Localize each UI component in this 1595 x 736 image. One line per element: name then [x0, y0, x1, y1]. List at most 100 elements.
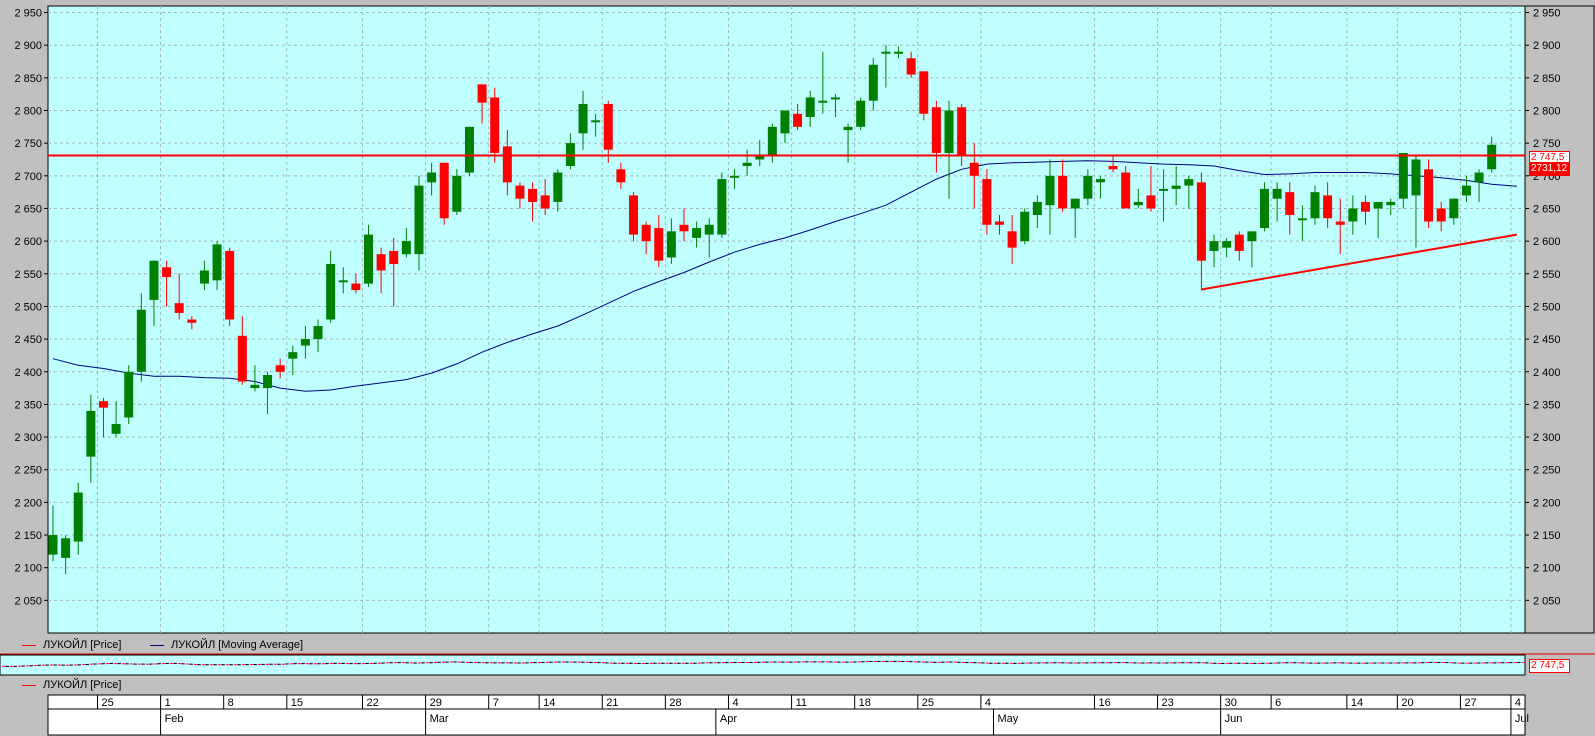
candle-body [187, 319, 197, 323]
x-day-label: 27 [1464, 697, 1476, 709]
candle-body [263, 375, 273, 389]
candle-body [881, 51, 891, 54]
candle-body [98, 401, 108, 408]
candle-body [616, 169, 626, 183]
candle-body [401, 241, 411, 255]
y-tick-label: 2 700 [14, 171, 42, 183]
candle-body [1171, 185, 1181, 189]
x-day-label: 11 [796, 697, 807, 709]
candle-body [1272, 188, 1282, 199]
candle-body [1007, 231, 1017, 248]
candle-body [86, 410, 96, 457]
candle-body [704, 224, 714, 235]
y-tick-label: 2 450 [14, 334, 42, 346]
y-tick-label: 2 850 [1533, 73, 1561, 85]
candle [982, 169, 992, 235]
candle [717, 172, 727, 238]
navigator-legend-item: ЛУКОЙЛ [Price] [22, 679, 121, 691]
candle-body [856, 100, 866, 127]
x-day-label: 6 [1275, 697, 1281, 709]
x-day-label: 15 [291, 697, 303, 709]
candle-body [1222, 241, 1232, 248]
plot-area[interactable] [47, 5, 1526, 634]
candle [225, 247, 235, 327]
candle-body [1373, 201, 1383, 209]
candle [1260, 182, 1270, 232]
candle-body [1424, 169, 1434, 222]
candle [452, 169, 462, 215]
candle-body [149, 260, 159, 300]
candle [856, 97, 866, 131]
candle-body [1083, 175, 1093, 199]
x-month-label: May [998, 713, 1019, 725]
y-tick-label: 2 500 [1533, 301, 1561, 313]
y-tick-label: 2 350 [14, 399, 42, 411]
candle-body [452, 175, 462, 212]
candle-body [906, 58, 916, 75]
candle-body [1360, 201, 1370, 212]
candle-body [1386, 201, 1396, 206]
candle [629, 192, 639, 242]
candle-body [48, 535, 58, 555]
candle-body [578, 103, 588, 134]
candle-body [1310, 192, 1320, 219]
y-tick-label: 2 850 [14, 73, 42, 85]
candle-body [894, 51, 904, 54]
candle-body [326, 263, 336, 320]
y-tick-label: 2 200 [14, 497, 42, 509]
candle-body [1285, 192, 1295, 215]
candle-body [124, 371, 134, 418]
candle-body [679, 224, 689, 232]
candle-body [199, 270, 209, 284]
candle-body [969, 162, 979, 176]
candle-body [1070, 198, 1080, 209]
candle-body [805, 97, 815, 118]
date-axis-panel [47, 694, 1526, 736]
candle-body [136, 309, 146, 372]
candle [1020, 208, 1030, 245]
candle-body [1108, 166, 1118, 170]
y-tick-label: 2 100 [1533, 563, 1561, 575]
x-day-label: 4 [1515, 697, 1521, 709]
candle-body [1260, 188, 1270, 229]
candle-body [1323, 195, 1333, 219]
candle-body [957, 107, 967, 157]
chart-window: 2 050 2 100 2 150 2 200 2 250 2 300 2 350 2 400… [0, 0, 1595, 736]
legend-ma-item: ЛУКОЙЛ [Moving Average] [150, 639, 303, 651]
navigator-legend-swatch [22, 684, 36, 686]
candle-body [742, 162, 752, 167]
candle-body [654, 228, 664, 261]
candle-body [1196, 182, 1206, 261]
candle-body [225, 250, 235, 320]
candle-body [591, 120, 601, 123]
x-day-label: 22 [367, 697, 379, 709]
x-day-label: 8 [228, 697, 234, 709]
candle [439, 162, 449, 225]
y-tick-label: 2 450 [1533, 334, 1561, 346]
candle-body [995, 221, 1004, 225]
candle-body [1209, 241, 1219, 251]
x-day-label: 21 [606, 697, 618, 709]
candle-body [553, 172, 563, 202]
candle-body [1045, 175, 1055, 206]
candle-body [1247, 231, 1257, 242]
candle-body [1297, 218, 1307, 221]
candle-body [868, 64, 878, 101]
x-day-label: 4 [985, 697, 991, 709]
candle-body [1398, 152, 1408, 199]
candle-body [1436, 208, 1446, 222]
candle-body [61, 538, 71, 558]
y-tick-label: 2 900 [14, 40, 42, 52]
navigator-legend-label: ЛУКОЙЛ [Price] [43, 679, 122, 691]
candle-body [1133, 201, 1143, 206]
candle-body [338, 280, 348, 283]
candle-body [73, 492, 83, 542]
y-tick-label: 2 500 [14, 301, 42, 313]
ma-legend-swatch [150, 644, 164, 646]
candle-body [528, 188, 538, 202]
x-month-label: Jun [1225, 713, 1243, 725]
x-day-label: 14 [543, 697, 555, 709]
candle-body [1335, 221, 1345, 225]
candle-body [288, 352, 298, 359]
x-day-label: 4 [732, 697, 738, 709]
